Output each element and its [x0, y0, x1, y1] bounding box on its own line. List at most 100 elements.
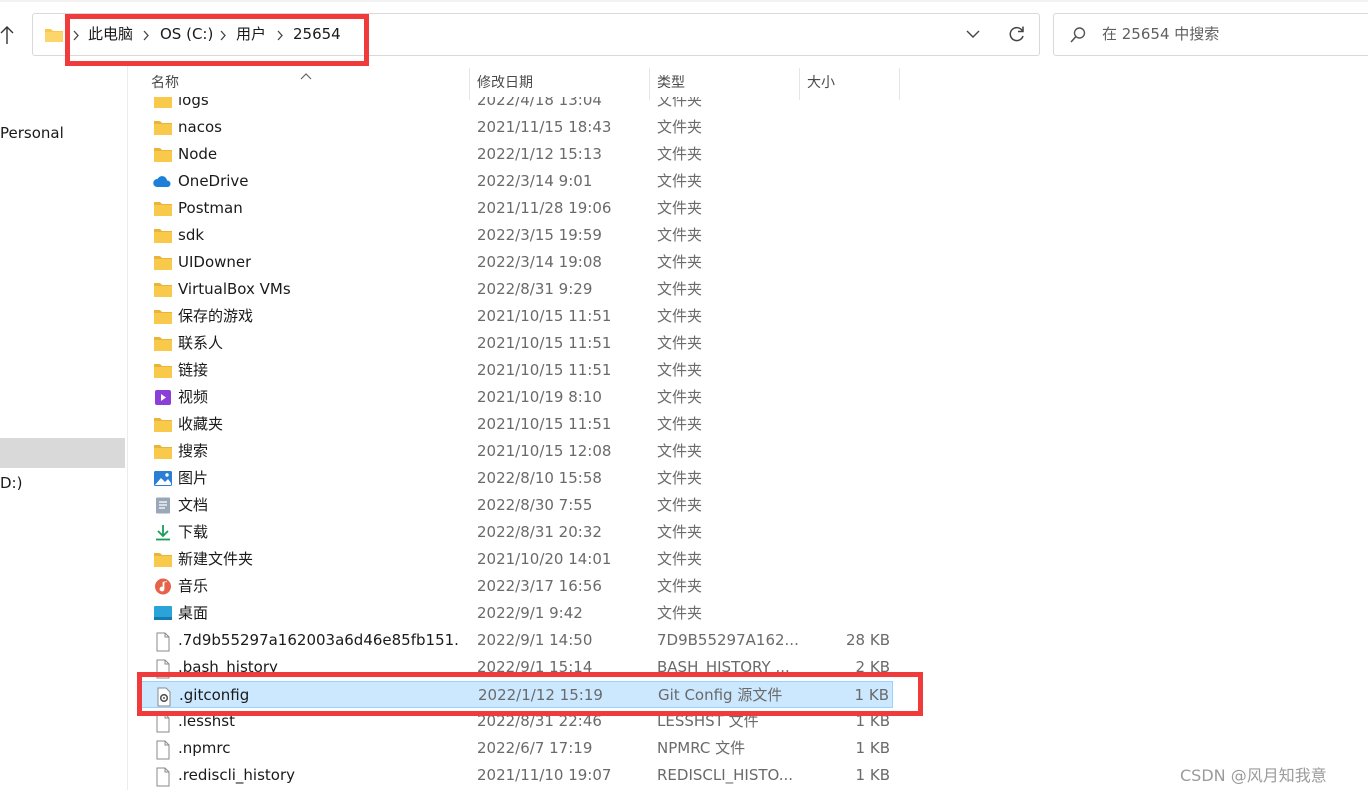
- file-name: 桌面: [178, 604, 209, 622]
- file-row[interactable]: .7d9b55297a162003a6d46e85fb151... 2022/9/…: [141, 627, 893, 654]
- column-header-type[interactable]: 类型: [657, 68, 685, 98]
- file-name: Postman: [178, 199, 243, 217]
- file-name: 文档: [178, 496, 209, 514]
- chevron-down-icon[interactable]: [965, 27, 981, 45]
- download-icon: [153, 524, 173, 541]
- file-row[interactable]: VirtualBox VMs 2022/8/31 9:29 文件夹: [141, 276, 893, 303]
- column-divider[interactable]: [899, 68, 900, 100]
- music-icon: [153, 578, 173, 595]
- folder-icon: [153, 227, 173, 244]
- file-name: 音乐: [178, 577, 209, 595]
- file-row[interactable]: UIDowner 2022/3/14 19:08 文件夹: [141, 249, 893, 276]
- column-header-name[interactable]: 名称: [151, 68, 179, 98]
- folder-icon: [153, 308, 173, 325]
- file-date-modified: 2022/8/31 20:32: [477, 523, 602, 541]
- folder-icon: [153, 551, 173, 568]
- file-row[interactable]: 保存的游戏 2021/10/15 11:51 文件夹: [141, 303, 893, 330]
- file-name: 视频: [178, 388, 209, 406]
- file-name: 下载: [178, 523, 209, 541]
- highlight-box-gitconfig: [137, 672, 923, 716]
- file-row[interactable]: 桌面 2022/9/1 9:42 文件夹: [141, 600, 893, 627]
- file-name: OneDrive: [178, 172, 249, 190]
- file-name: 搜索: [178, 442, 209, 460]
- search-placeholder[interactable]: 在 25654 中搜索: [1102, 14, 1219, 55]
- pane-divider: [127, 66, 128, 790]
- onedrive-icon: [153, 173, 173, 190]
- watermark: CSDN @风月知我意: [1180, 766, 1327, 785]
- file-type: REDISCLI_HISTO...: [657, 766, 794, 784]
- file-row[interactable]: 下载 2022/8/31 20:32 文件夹: [141, 519, 893, 546]
- file-date-modified: 2022/8/10 15:58: [477, 469, 602, 487]
- file-date-modified: 2022/3/15 19:59: [477, 226, 602, 244]
- file-name: .npmrc: [178, 739, 231, 757]
- file-name: 图片: [178, 469, 209, 487]
- file-row[interactable]: OneDrive 2022/3/14 9:01 文件夹: [141, 168, 893, 195]
- file-row[interactable]: Node 2022/1/12 15:13 文件夹: [141, 141, 893, 168]
- file-type: 文件夹: [657, 226, 703, 244]
- column-header-size[interactable]: 大小: [807, 68, 835, 98]
- file-date-modified: 2021/10/20 14:01: [477, 550, 612, 568]
- file-row[interactable]: 音乐 2022/3/17 16:56 文件夹: [141, 573, 893, 600]
- file-row[interactable]: 图片 2022/8/10 15:58 文件夹: [141, 465, 893, 492]
- file-type: 文件夹: [657, 442, 703, 460]
- file-icon: [153, 632, 173, 652]
- column-divider[interactable]: [649, 68, 650, 100]
- file-row[interactable]: .npmrc 2022/6/7 17:19 NPMRC 文件 1 KB: [141, 735, 893, 762]
- file-icon: [153, 767, 173, 787]
- file-date-modified: 2021/10/15 11:51: [477, 361, 612, 379]
- file-date-modified: 2022/3/17 16:56: [477, 577, 602, 595]
- file-row[interactable]: 视频 2021/10/19 8:10 文件夹: [141, 384, 893, 411]
- nav-item-drive[interactable]: D:): [0, 474, 22, 492]
- file-date-modified: 2021/10/15 11:51: [477, 334, 612, 352]
- up-arrow-icon[interactable]: [0, 24, 16, 46]
- file-name: UIDowner: [178, 253, 252, 271]
- file-date-modified: 2022/6/7 17:19: [477, 739, 593, 757]
- search-box[interactable]: 在 25654 中搜索: [1053, 13, 1368, 56]
- file-row[interactable]: .rediscli_history 2021/11/10 19:07 REDISCL…: [141, 762, 893, 789]
- file-row[interactable]: sdk 2022/3/15 19:59 文件夹: [141, 222, 893, 249]
- file-date-modified: 2021/10/15 12:08: [477, 442, 612, 460]
- file-name: VirtualBox VMs: [178, 280, 291, 298]
- file-date-modified: 2021/10/15 11:51: [477, 307, 612, 325]
- file-type: 文件夹: [657, 577, 703, 595]
- file-row[interactable]: Postman 2021/11/28 19:06 文件夹: [141, 195, 893, 222]
- refresh-icon[interactable]: [1007, 24, 1027, 48]
- file-type: 文件夹: [657, 388, 703, 406]
- column-divider[interactable]: [469, 68, 470, 100]
- file-type: 文件夹: [657, 604, 703, 622]
- column-divider[interactable]: [799, 68, 800, 100]
- file-row[interactable]: 文档 2022/8/30 7:55 文件夹: [141, 492, 893, 519]
- file-type: 文件夹: [657, 361, 703, 379]
- file-row[interactable]: nacos 2021/11/15 18:43 文件夹: [141, 114, 893, 141]
- nav-item-personal[interactable]: Personal: [0, 124, 64, 142]
- desktop-icon: [153, 605, 173, 622]
- file-row[interactable]: 收藏夹 2021/10/15 11:51 文件夹: [141, 411, 893, 438]
- file-icon: [153, 740, 173, 760]
- file-type: 7D9B55297A162...: [657, 631, 799, 649]
- folder-icon: [153, 200, 173, 217]
- file-date-modified: 2022/1/12 15:13: [477, 145, 602, 163]
- file-row[interactable]: 链接 2021/10/15 11:51 文件夹: [141, 357, 893, 384]
- file-name: 新建文件夹: [178, 550, 254, 568]
- nav-item-selected[interactable]: [0, 438, 125, 468]
- file-name: 链接: [178, 361, 209, 379]
- file-date-modified: 2021/10/15 11:51: [477, 415, 612, 433]
- folder-icon: [153, 119, 173, 136]
- file-type: 文件夹: [657, 253, 703, 271]
- file-type: 文件夹: [657, 496, 703, 514]
- file-row[interactable]: 新建文件夹 2021/10/20 14:01 文件夹: [141, 546, 893, 573]
- file-row[interactable]: 搜索 2021/10/15 12:08 文件夹: [141, 438, 893, 465]
- file-date-modified: 2022/9/1 9:42: [477, 604, 583, 622]
- folder-icon: [153, 146, 173, 163]
- column-header-date[interactable]: 修改日期: [477, 68, 533, 98]
- file-type: 文件夹: [657, 145, 703, 163]
- sort-ascending-icon: [300, 66, 312, 84]
- file-date-modified: 2021/10/19 8:10: [477, 388, 602, 406]
- file-name: .7d9b55297a162003a6d46e85fb151...: [178, 631, 458, 649]
- file-type: 文件夹: [657, 172, 703, 190]
- file-type: 文件夹: [657, 280, 703, 298]
- pictures-icon: [153, 470, 173, 487]
- folder-icon: [153, 362, 173, 379]
- folder-icon: [153, 443, 173, 460]
- file-row[interactable]: 联系人 2021/10/15 11:51 文件夹: [141, 330, 893, 357]
